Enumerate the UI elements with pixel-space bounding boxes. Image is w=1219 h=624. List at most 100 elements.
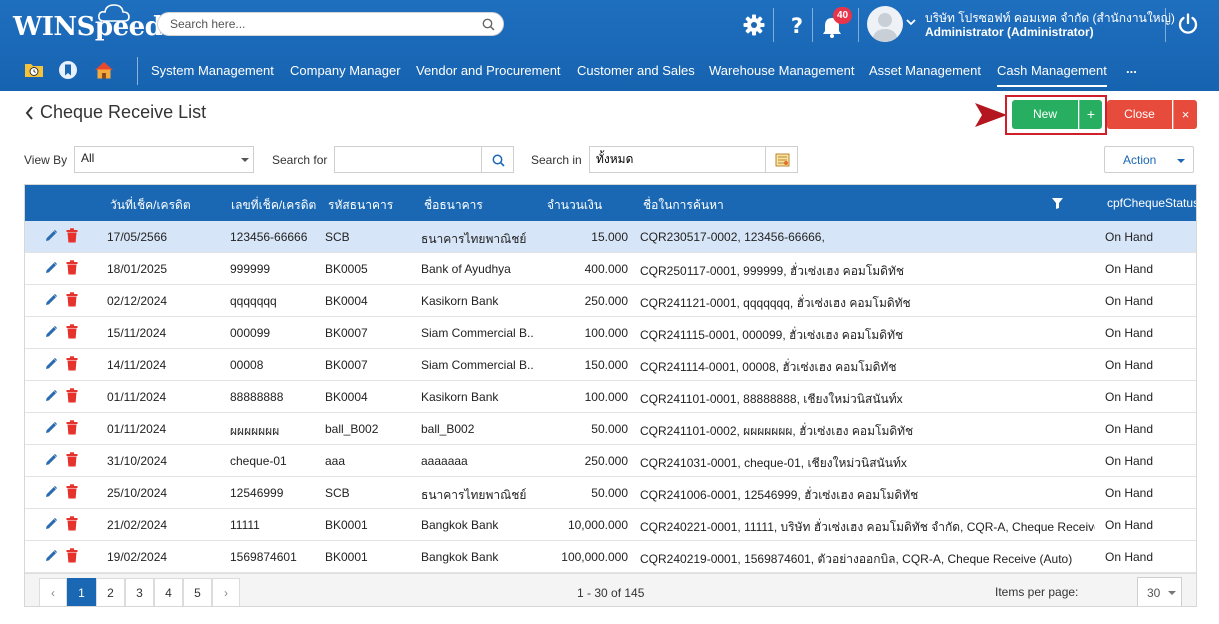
back-chevron-icon[interactable]	[24, 105, 36, 121]
table-row[interactable]: 02/12/2024 qqqqqqq BK0004 Kasikorn Bank 250.…	[25, 285, 1196, 317]
help-icon[interactable]: ?	[785, 12, 809, 38]
trash-icon[interactable]	[66, 516, 78, 531]
edit-pencil-icon[interactable]	[44, 389, 58, 403]
close-button[interactable]: Close	[1107, 100, 1172, 129]
menu-company-manager[interactable]: Company Manager	[290, 63, 401, 78]
trash-icon[interactable]	[66, 420, 78, 435]
trash-icon[interactable]	[66, 388, 78, 403]
close-icon[interactable]: ×	[1173, 100, 1197, 129]
table-row[interactable]: 25/10/2024 12546999 SCB ธนาคารไทยพาณิชย์ 50.…	[25, 477, 1196, 509]
table-cell: 000099	[230, 326, 271, 340]
trash-icon[interactable]	[66, 452, 78, 467]
menu-vendor-procurement[interactable]: Vendor and Procurement	[416, 63, 561, 78]
view-by-select[interactable]: All	[74, 146, 254, 173]
column-header[interactable]: วันที่เช็ค/เครดิต	[110, 196, 191, 215]
folder-clock-icon[interactable]	[23, 59, 45, 81]
page-button[interactable]: 1	[67, 578, 96, 606]
table-cell: ball_B002	[421, 422, 475, 436]
table-cell: BK0007	[325, 326, 368, 340]
edit-pencil-icon[interactable]	[44, 453, 58, 467]
search-icon[interactable]	[482, 18, 495, 31]
edit-pencil-icon[interactable]	[44, 421, 58, 435]
table-cell: 1569874601	[230, 550, 297, 564]
action-dropdown[interactable]: Action	[1104, 146, 1194, 173]
chevron-down-icon[interactable]	[906, 17, 916, 27]
table-row[interactable]: 19/02/2024 1569874601 BK0001 Bangkok Bank 10…	[25, 541, 1196, 573]
page-button[interactable]: 4	[154, 578, 183, 606]
menu-more[interactable]: ...	[1126, 61, 1137, 76]
edit-pencil-icon[interactable]	[44, 357, 58, 371]
menu-cash-management[interactable]: Cash Management	[997, 63, 1107, 87]
table-row[interactable]: 31/10/2024 cheque-01 aaa aaaaaaa 250.000 CQR2…	[25, 445, 1196, 477]
edit-pencil-icon[interactable]	[44, 549, 58, 563]
power-icon[interactable]	[1176, 12, 1200, 36]
bookmark-icon[interactable]	[57, 59, 79, 81]
search-button[interactable]	[481, 146, 514, 173]
table-row[interactable]: 15/11/2024 000099 BK0007 Siam Commercial B.…	[25, 317, 1196, 349]
edit-pencil-icon[interactable]	[44, 293, 58, 307]
search-in-picker-button[interactable]	[765, 146, 798, 173]
search-in-field[interactable]	[589, 146, 766, 173]
table-cell: 17/05/2566	[107, 230, 168, 244]
menu-warehouse-management[interactable]: Warehouse Management	[709, 63, 855, 78]
table-row[interactable]: 18/01/2025 999999 BK0005 Bank of Ayudhya 400…	[25, 253, 1196, 285]
page-button[interactable]: 5	[183, 578, 212, 606]
table-cell: CQR241101-0001, 88888888, เชียงใหม่วนิสน…	[640, 392, 903, 406]
search-for-input[interactable]	[334, 146, 482, 173]
trash-icon[interactable]	[66, 292, 78, 307]
page-button[interactable]: 2	[96, 578, 125, 606]
table-cell: 31/10/2024	[107, 454, 168, 468]
trash-icon[interactable]	[66, 228, 78, 243]
edit-pencil-icon[interactable]	[44, 229, 58, 243]
trash-icon[interactable]	[66, 484, 78, 499]
trash-icon[interactable]	[66, 324, 78, 339]
page-info: 1 - 30 of 145	[577, 586, 645, 600]
next-page-button[interactable]: ›	[212, 578, 240, 606]
menu-asset-management[interactable]: Asset Management	[869, 63, 981, 78]
column-header[interactable]: จำนวนเงิน	[547, 196, 602, 215]
menu-system-management[interactable]: System Management	[151, 63, 274, 78]
table-row[interactable]: 14/11/2024 00008 BK0007 Siam Commercial B..…	[25, 349, 1196, 381]
column-header[interactable]: ชื่อในการค้นหา	[643, 196, 724, 215]
global-search[interactable]	[157, 12, 504, 36]
column-header[interactable]: รหัสธนาคาร	[328, 196, 393, 215]
table-cell: SCB	[325, 230, 350, 244]
table-cell: SCB	[325, 486, 350, 500]
avatar[interactable]	[867, 6, 903, 42]
new-dropdown-button[interactable]: +	[1079, 100, 1102, 129]
page-title: Cheque Receive List	[40, 102, 207, 122]
edit-pencil-icon[interactable]	[44, 325, 58, 339]
table-cell: 100,000.000	[561, 550, 628, 564]
new-button[interactable]: New	[1012, 100, 1078, 129]
edit-pencil-icon[interactable]	[44, 261, 58, 275]
column-header[interactable]: cpfChequeStatus	[1107, 196, 1196, 210]
table-row[interactable]: 01/11/2024 88888888 BK0004 Kasikorn Bank 100…	[25, 381, 1196, 413]
table-row[interactable]: 17/05/2566 123456-66666 SCB ธนาคารไทยพาณิชย…	[25, 221, 1196, 253]
table-cell: 01/11/2024	[107, 422, 167, 436]
page-button[interactable]: 3	[125, 578, 154, 606]
column-header[interactable]: ชื่อธนาคาร	[424, 196, 483, 215]
winspeed-logo[interactable]: WINSpeed	[13, 4, 163, 42]
table-cell: cheque-01	[230, 454, 287, 468]
trash-icon[interactable]	[66, 356, 78, 371]
trash-icon[interactable]	[66, 260, 78, 275]
table-cell: ธนาคารไทยพาณิชย์	[421, 232, 527, 246]
edit-pencil-icon[interactable]	[44, 485, 58, 499]
search-icon	[492, 154, 505, 167]
prev-page-button[interactable]: ‹	[39, 578, 67, 606]
table-row[interactable]: 01/11/2024 ผผผผผผผ ball_B002 ball_B002 50.00…	[25, 413, 1196, 445]
items-per-page-select[interactable]: 30	[1137, 577, 1182, 606]
menu-customer-sales[interactable]: Customer and Sales	[577, 63, 695, 78]
filter-icon[interactable]	[1052, 198, 1063, 209]
table-row[interactable]: 21/02/2024 11111 BK0001 Bangkok Bank 10,000.…	[25, 509, 1196, 541]
trash-icon[interactable]	[66, 548, 78, 563]
gear-icon[interactable]	[742, 12, 766, 38]
column-header[interactable]: เลขที่เช็ค/เครดิต	[231, 196, 316, 215]
table-cell: 123456-66666	[230, 230, 308, 244]
edit-pencil-icon[interactable]	[44, 517, 58, 531]
user-avatar-icon	[872, 13, 898, 42]
global-search-input[interactable]	[170, 17, 470, 31]
menu-divider	[137, 57, 138, 85]
table-cell: 02/12/2024	[107, 294, 168, 308]
home-icon[interactable]	[93, 59, 115, 81]
